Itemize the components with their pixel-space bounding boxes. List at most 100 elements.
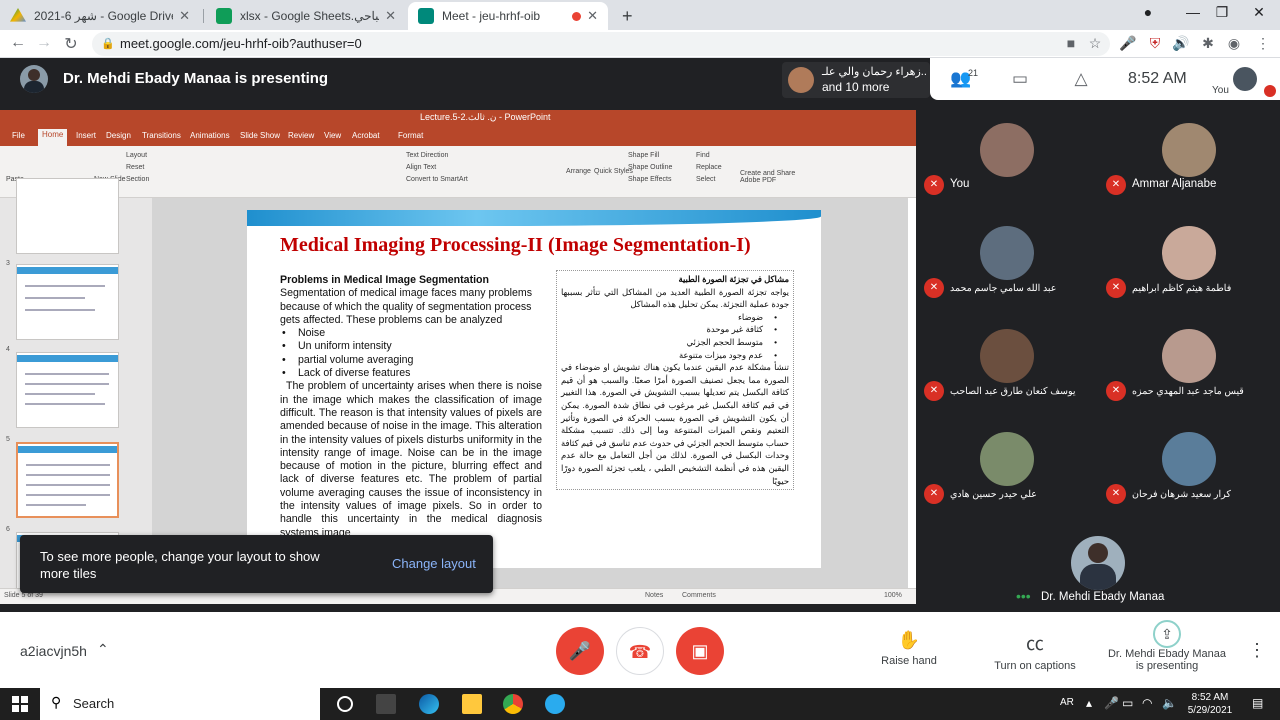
close-icon[interactable]: ✕ (385, 8, 396, 24)
battery-icon[interactable]: ▭ (1122, 696, 1133, 710)
participant-tile[interactable]: ✕ Ammar Aljanabe (1098, 110, 1280, 211)
avatar[interactable] (1233, 67, 1257, 91)
menu-transitions[interactable]: Transitions (142, 131, 181, 140)
mic-off-icon: 🎤 (568, 641, 592, 661)
telegram-icon[interactable] (545, 694, 565, 714)
profile-avatar-icon[interactable]: ◉ (1225, 35, 1243, 52)
recording-indicator-icon (572, 11, 582, 21)
microphone-tray-icon[interactable]: 🎤 (1104, 696, 1119, 710)
menu-view[interactable]: View (324, 131, 341, 140)
task-view-icon[interactable] (337, 696, 353, 712)
chat-icon[interactable]: ▭ (1009, 69, 1031, 89)
participant-tile[interactable]: ✕ عبد الله سامي جاسم محمد (916, 213, 1098, 314)
input-language[interactable]: AR (1060, 697, 1074, 708)
powerpoint-title-bar: Lecture.5-2.ن. ثالث - PowerPoint (0, 110, 916, 128)
tab-google-meet[interactable]: Meet - jeu-hrhf-oib ✕ (408, 2, 608, 30)
avatar (1162, 226, 1216, 280)
other-participants-preview[interactable]: زهراء رحمان والي علـ.. and 10 more (782, 62, 930, 98)
tab-search-icon[interactable]: ● (1133, 4, 1163, 20)
avatar (788, 67, 814, 93)
window-close-icon[interactable]: ✕ (1244, 4, 1274, 21)
participant-tile[interactable]: ✕ علي حيدر حسين هادي (916, 419, 1098, 520)
raise-hand-button[interactable]: ✋ Raise hand (854, 630, 964, 667)
menu-insert[interactable]: Insert (76, 131, 96, 140)
reload-icon[interactable]: ↻ (61, 34, 81, 54)
presenting-button[interactable]: ⇪ Dr. Mehdi Ebady Manaa is presenting (1100, 620, 1234, 672)
maximize-icon[interactable]: ❐ (1207, 4, 1237, 21)
minimize-icon[interactable]: — (1178, 4, 1208, 20)
list-item: Noise (280, 327, 542, 341)
menu-format[interactable]: Format (398, 131, 423, 140)
google-sheets-icon (216, 8, 232, 24)
participant-tile[interactable]: ✕ You (916, 110, 1098, 211)
participant-tile[interactable]: ✕ قيس ماجد عبد المهدي حمزه (1098, 316, 1280, 417)
meet-header: Dr. Mehdi Ebady Manaa is presenting زهرا… (0, 58, 930, 100)
participant-tile[interactable]: ✕ يوسف كنعان طارق عبد الصاحب (916, 316, 1098, 417)
activities-icon[interactable]: △ (1070, 69, 1092, 89)
meet-top-right-bar: 👥 21 ▭ △ 8:52 AM You (930, 58, 1280, 100)
participant-grid: ✕ You ✕ Ammar Aljanabe ✕ عبد الله سامي ج… (916, 110, 1280, 514)
menu-home[interactable]: Home (38, 129, 68, 146)
change-layout-button[interactable]: Change layout (392, 556, 476, 571)
edge-icon[interactable] (419, 694, 439, 714)
list-item: Un uniform intensity (280, 340, 542, 354)
address-bar-row: ← → ↻ 🔒 meet.google.com/jeu-hrhf-oib?aut… (0, 30, 1280, 58)
mic-off-button[interactable]: 🎤 (556, 627, 604, 675)
list-item: عدم وجود ميزات متنوعة (561, 349, 777, 362)
new-tab-button[interactable]: + (612, 2, 640, 30)
menu-design[interactable]: Design (106, 131, 131, 140)
system-clock[interactable]: 8:52 AM 5/29/2021 (1186, 691, 1234, 717)
tab-google-sheets[interactable]: xlsx - Google Sheets.الصباحي ✕ (206, 2, 406, 30)
you-label: You (1212, 85, 1229, 96)
more-options-icon[interactable]: ⋮ (1248, 640, 1266, 661)
slide-thumbnail[interactable] (16, 178, 119, 254)
notifications-icon[interactable]: ▤ (1252, 696, 1263, 710)
url-input[interactable]: 🔒 meet.google.com/jeu-hrhf-oib?authuser=… (92, 32, 1110, 56)
browser-menu-icon[interactable]: ⋮ (1254, 35, 1272, 52)
wifi-icon[interactable]: ◠ (1142, 696, 1152, 710)
participant-count: 21 (968, 68, 979, 78)
list-item: partial volume averaging (280, 354, 542, 368)
presenter-tile[interactable]: ••• Dr. Mehdi Ebady Manaa (1007, 514, 1189, 612)
slide-thumbnail[interactable] (16, 264, 119, 340)
muted-mic-icon: ✕ (1106, 381, 1126, 401)
avatar (980, 226, 1034, 280)
microphone-icon[interactable]: 🎤 (1119, 35, 1137, 52)
menu-slide-show[interactable]: Slide Show (240, 131, 280, 140)
file-explorer-icon[interactable] (462, 694, 482, 714)
tab-google-drive[interactable]: 2021-6 شهر - Google Drive ✕ (0, 2, 200, 30)
windows-start-icon[interactable] (12, 696, 28, 712)
leave-call-button[interactable]: ☎ (616, 627, 664, 675)
menu-review[interactable]: Review (288, 131, 314, 140)
close-icon[interactable]: ✕ (587, 8, 598, 24)
google-drive-icon (10, 8, 26, 22)
participant-tile[interactable]: ✕ كرار سعيد شرهان فرحان (1098, 419, 1280, 520)
captions-button[interactable]: ㏄ Turn on captions (980, 630, 1090, 672)
speaker-icon[interactable]: 🔊 (1172, 35, 1190, 52)
menu-animations[interactable]: Animations (190, 131, 230, 140)
calculator-icon[interactable] (376, 694, 396, 714)
chevron-up-icon[interactable]: ⌃ (97, 641, 109, 658)
forward-icon[interactable]: → (34, 34, 54, 52)
network-icon[interactable]: ▴ (1086, 696, 1092, 710)
muted-mic-icon: ✕ (1106, 484, 1126, 504)
close-icon[interactable]: ✕ (179, 8, 190, 24)
search-icon: ⚲ (51, 694, 62, 710)
bookmark-star-icon[interactable]: ☆ (1086, 35, 1104, 52)
menu-file[interactable]: File (12, 131, 25, 140)
camera-off-button[interactable]: ▣ (676, 627, 724, 675)
menu-acrobat[interactable]: Acrobat (352, 131, 380, 140)
volume-icon[interactable]: 🔈 (1162, 696, 1177, 710)
back-icon[interactable]: ← (8, 34, 28, 52)
slide-canvas: Medical Imaging Processing-II (Image Seg… (152, 198, 908, 588)
chrome-icon[interactable] (503, 694, 523, 714)
meeting-code[interactable]: a2iacvjn5h (20, 643, 87, 659)
participant-tile[interactable]: ✕ فاطمة هيثم كاظم ابراهيم (1098, 213, 1280, 314)
avatar (1162, 329, 1216, 383)
taskbar-search-input[interactable]: ⚲ Search (40, 688, 320, 720)
camera-icon[interactable]: ■ (1062, 35, 1080, 51)
slide-thumbnail-selected[interactable] (16, 442, 119, 518)
extensions-puzzle-icon[interactable]: ✱ (1199, 35, 1217, 52)
extension-shield-icon[interactable]: ⛨ (1146, 35, 1164, 52)
slide-thumbnail[interactable] (16, 352, 119, 428)
